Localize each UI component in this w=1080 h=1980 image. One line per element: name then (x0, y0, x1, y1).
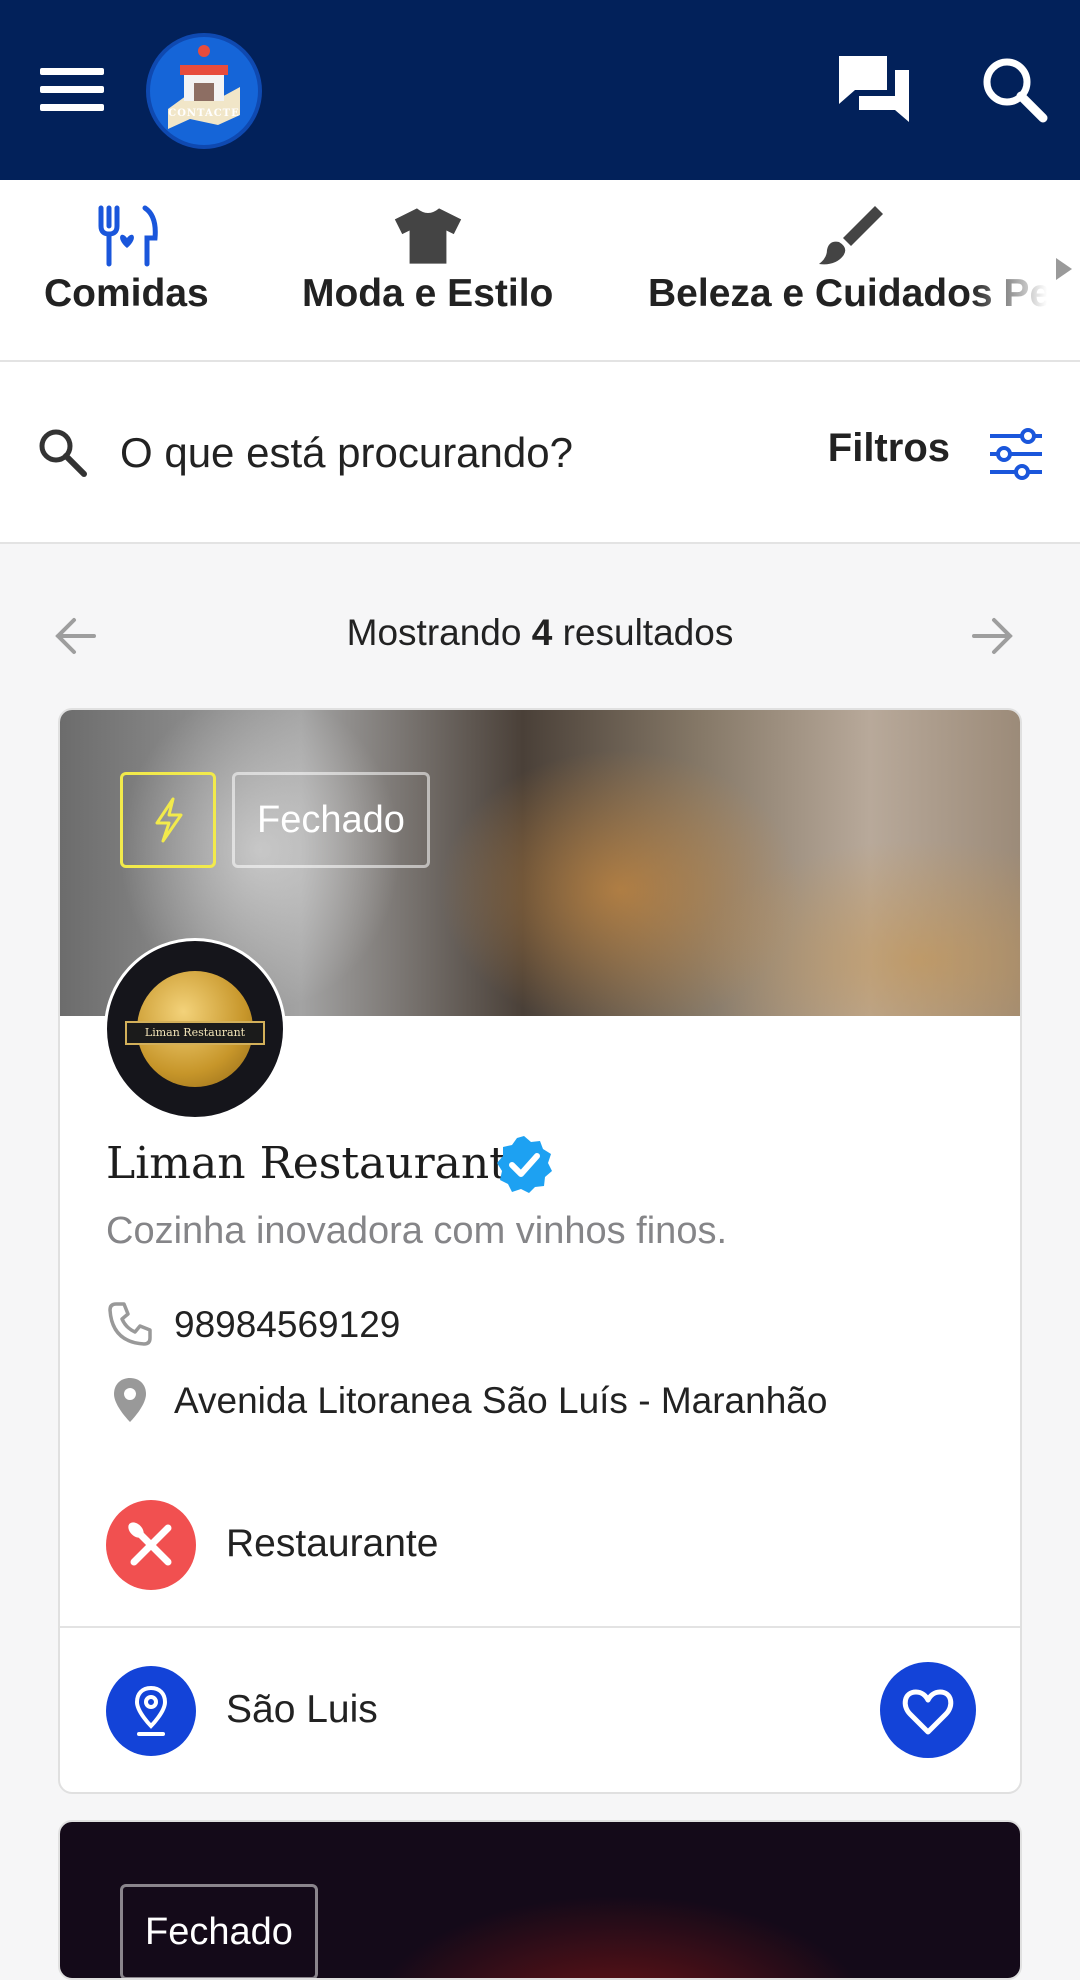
address-text: Avenida Litoranea São Luís - Maranhão (174, 1380, 828, 1421)
phone-icon (108, 1302, 152, 1346)
phone-number: 98984569129 (174, 1304, 401, 1345)
map-pin-icon (134, 1685, 168, 1736)
logo-text: CONTACTE (168, 108, 240, 119)
results-pager: Mostrando 4 resultados (0, 600, 1080, 670)
category-label: Moda e Estilo (302, 272, 554, 315)
logo-ribbon: Liman Restaurant (125, 1021, 265, 1045)
scroll-right-icon[interactable] (1056, 258, 1072, 280)
category-label[interactable]: Restaurante (226, 1522, 438, 1566)
next-arrow-icon[interactable] (970, 616, 1016, 656)
category-comidas[interactable]: Comidas (44, 204, 209, 316)
results-count: 4 (531, 612, 553, 653)
food-icon (98, 205, 159, 267)
city-icon (106, 1666, 196, 1756)
featured-badge (120, 772, 216, 868)
city-label[interactable]: São Luis (226, 1688, 378, 1732)
status-badge: Fechado (232, 772, 430, 868)
store-map-icon (168, 45, 240, 129)
chat-icon[interactable] (835, 50, 915, 130)
menu-icon[interactable] (40, 68, 104, 112)
results-count-text: Mostrando 4 resultados (0, 612, 1080, 654)
favorite-button[interactable] (880, 1662, 976, 1758)
location-pin-icon (114, 1378, 146, 1422)
cutlery-cross-icon (128, 1522, 172, 1566)
category-strip: Comidas Moda e Estilo Beleza e Cuidados … (0, 180, 1080, 362)
verified-badge-icon (497, 1136, 552, 1193)
search-icon (39, 429, 87, 477)
listing-avatar: Liman Restaurant (104, 938, 286, 1120)
tshirt-icon (394, 208, 461, 264)
divider (60, 1626, 1020, 1628)
heart-icon (902, 1689, 954, 1735)
category-moda[interactable]: Moda e Estilo (302, 204, 553, 316)
results-prefix: Mostrando (346, 612, 522, 653)
app-logo[interactable]: CONTACTE (146, 33, 262, 149)
listing-card-2[interactable]: Fechado (58, 1820, 1022, 1980)
listing-card[interactable]: Fechado Liman Restaurant Liman Restauran… (58, 708, 1022, 1794)
filters-button[interactable]: Filtros (828, 426, 950, 471)
results-suffix: resultados (562, 612, 734, 653)
listing-name[interactable]: Liman Restaurant (106, 1138, 507, 1189)
filters-icon[interactable] (986, 426, 1046, 482)
listing-description: Cozinha inovadora com vinhos finos. (106, 1210, 728, 1252)
search-icon[interactable] (975, 50, 1055, 130)
search-input[interactable] (120, 422, 720, 484)
app-header: CONTACTE (0, 0, 1080, 180)
status-badge: Fechado (120, 1884, 318, 1978)
search-bar: Filtros (0, 362, 1080, 544)
lightning-icon (155, 797, 183, 843)
brush-icon (818, 206, 883, 265)
category-label: Comidas (44, 272, 209, 315)
restaurant-category-icon (106, 1500, 196, 1590)
